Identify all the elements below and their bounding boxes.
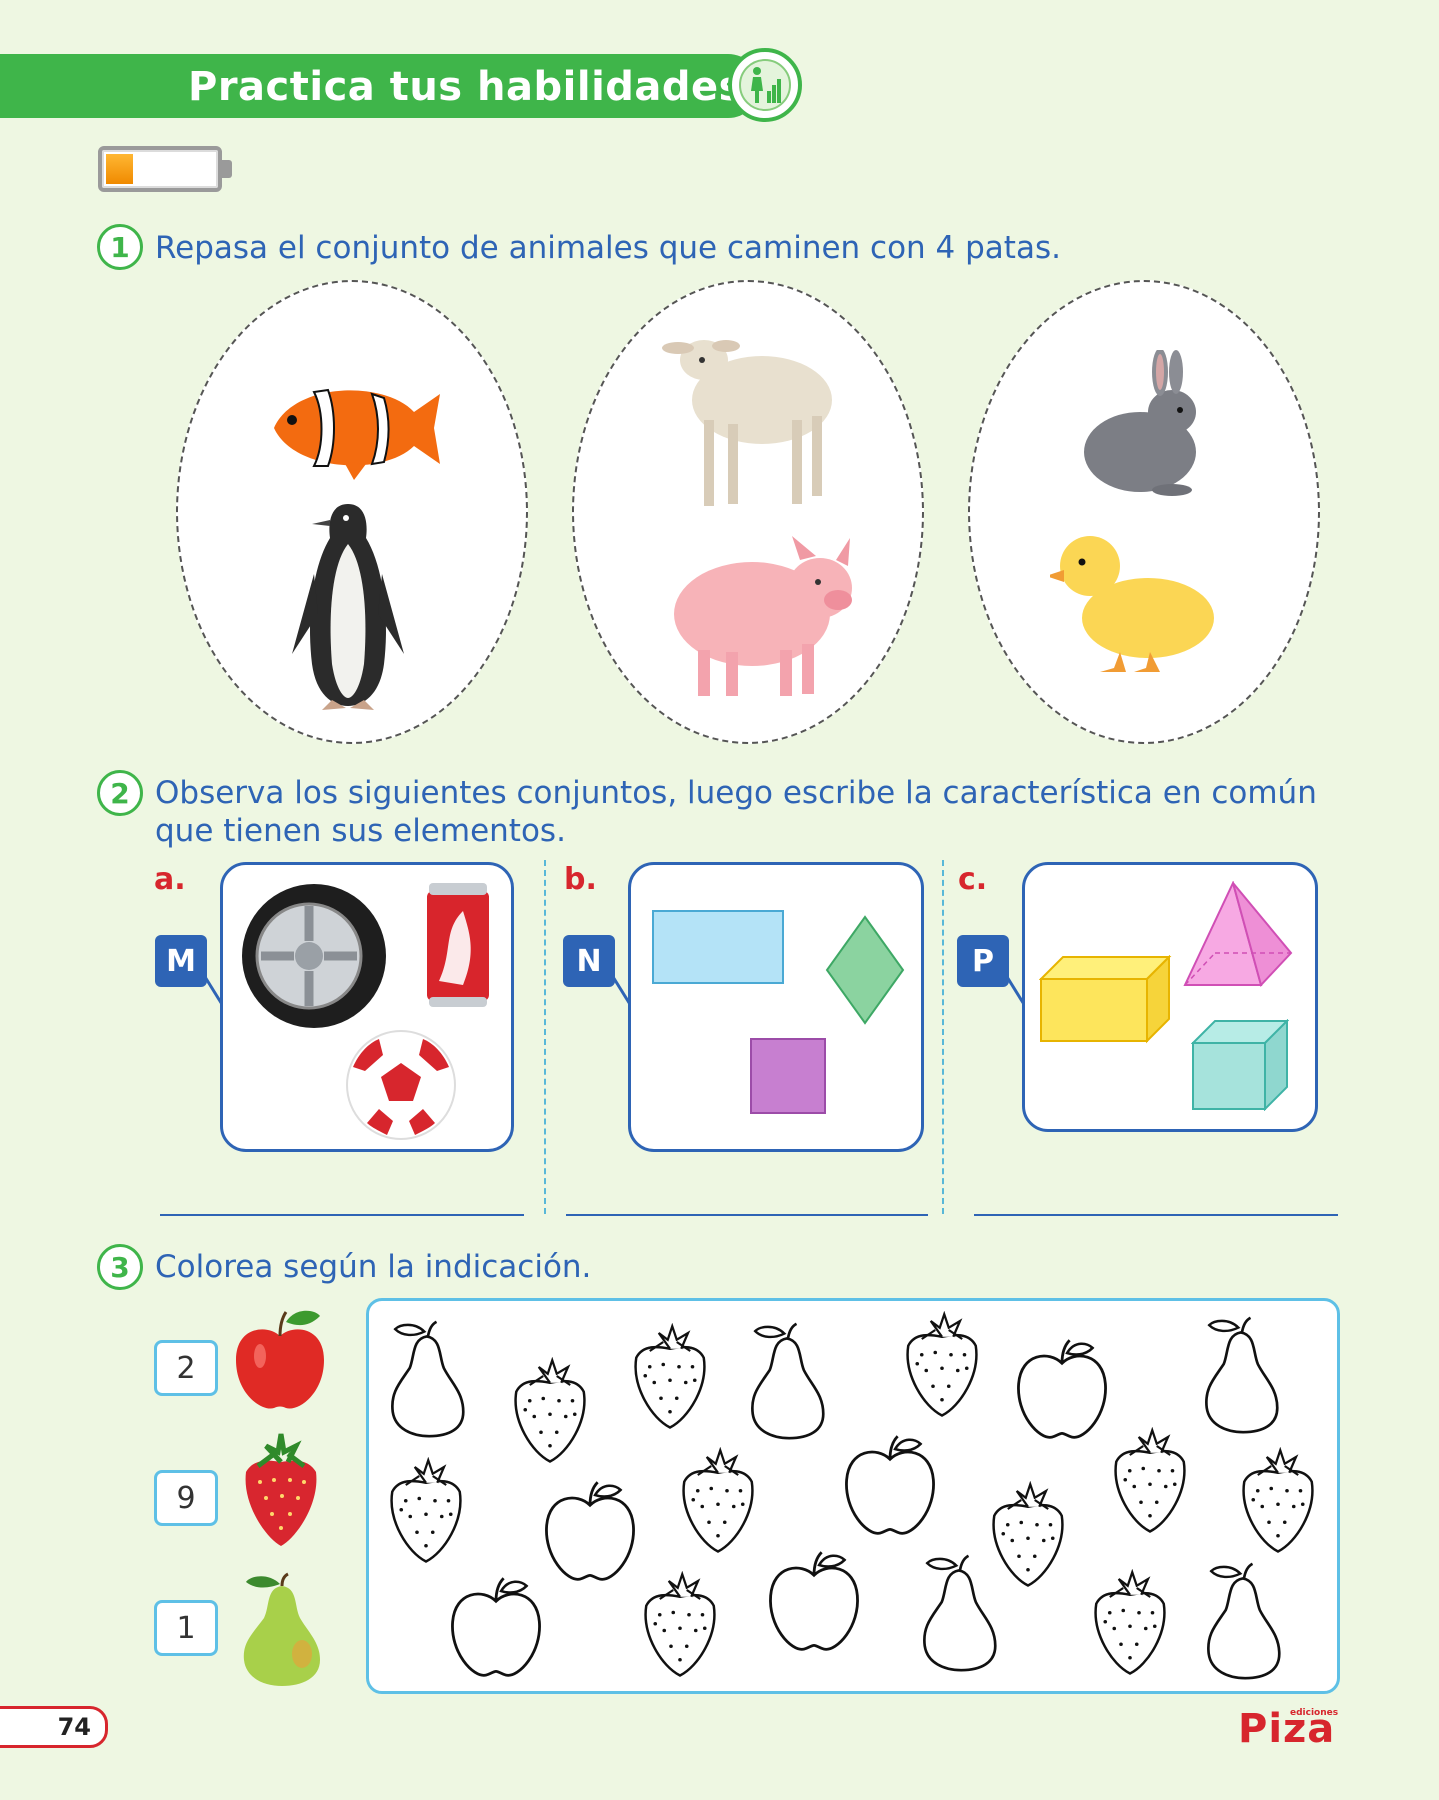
rectangle-shape	[652, 910, 784, 984]
pear-outline-5[interactable]	[1199, 1559, 1289, 1683]
rectangular-prism-shape	[1039, 955, 1172, 1044]
apple-outline-1[interactable]	[1011, 1335, 1113, 1445]
set-c-answer-line[interactable]	[974, 1214, 1338, 1216]
divider-2	[942, 860, 944, 1214]
set-b-answer-line[interactable]	[566, 1214, 928, 1216]
person-chart-icon	[728, 48, 802, 122]
pig-image	[674, 536, 852, 696]
cube-shape	[1191, 1019, 1289, 1111]
duckling-image	[1050, 536, 1214, 672]
apple-outline-4[interactable]	[445, 1573, 547, 1683]
pear-outline-2[interactable]	[743, 1319, 833, 1443]
strawberry-image	[245, 1433, 317, 1546]
strawberry-outline-2[interactable]	[625, 1323, 715, 1433]
set-a-box	[220, 862, 514, 1152]
set-b-letter: b.	[564, 862, 597, 897]
strawberry-count: 9	[154, 1470, 218, 1526]
square-shape	[750, 1038, 826, 1114]
question-2-text-line1: Observa los siguientes conjuntos, luego …	[155, 775, 1317, 811]
pear-outline-3[interactable]	[1197, 1313, 1287, 1437]
question-2-number: 2	[97, 770, 143, 816]
set-c-box	[1022, 862, 1318, 1132]
pear-outline-4[interactable]	[915, 1551, 1005, 1675]
page-title: Practica tus habilidades	[188, 64, 743, 110]
apple-count: 2	[154, 1340, 218, 1396]
apple-outline-3[interactable]	[839, 1431, 941, 1541]
strawberry-outline-3[interactable]	[897, 1311, 987, 1421]
soda-can-image	[427, 883, 489, 1007]
set-c-letter: c.	[958, 862, 988, 897]
page-number: 74	[0, 1706, 108, 1748]
rabbit-image	[1084, 350, 1196, 496]
set-a-answer-line[interactable]	[160, 1214, 524, 1216]
clownfish-image	[274, 388, 440, 480]
strawberry-outline-9[interactable]	[635, 1571, 725, 1681]
set-ellipse-2[interactable]	[572, 280, 924, 744]
strawberry-outline-7[interactable]	[1105, 1427, 1195, 1537]
set-ellipse-3[interactable]	[968, 280, 1320, 744]
pear-outline-1[interactable]	[383, 1319, 473, 1439]
strawberry-outline-1[interactable]	[505, 1357, 595, 1467]
question-3-number: 3	[97, 1244, 143, 1290]
apple-image	[236, 1310, 324, 1409]
rhombus-shape	[825, 915, 905, 1025]
publisher-logo-small: ediciones	[1290, 1708, 1339, 1718]
set-ellipse-1[interactable]	[176, 280, 528, 744]
question-3-text: Colorea según la indicación.	[155, 1249, 592, 1285]
set-b-box	[628, 862, 924, 1152]
pyramid-shape	[1183, 881, 1293, 987]
progress-battery	[98, 146, 232, 192]
question-1-text: Repasa el conjunto de animales que camin…	[155, 230, 1061, 266]
set-a-letter: a.	[154, 862, 186, 897]
coloring-area[interactable]	[366, 1298, 1340, 1694]
apple-outline-2[interactable]	[539, 1477, 641, 1587]
question-1-number: 1	[97, 224, 143, 270]
soccer-ball-image	[346, 1030, 456, 1140]
penguin-image	[292, 504, 404, 710]
apple-outline-5[interactable]	[763, 1547, 865, 1657]
progress-fill	[106, 154, 133, 184]
pear-image	[243, 1572, 320, 1686]
divider-1	[544, 860, 546, 1214]
strawberry-outline-10[interactable]	[1085, 1569, 1175, 1679]
strawberry-outline-4[interactable]	[381, 1457, 471, 1567]
strawberry-outline-8[interactable]	[1233, 1447, 1323, 1557]
wheel-image	[242, 884, 386, 1028]
lamb-image	[662, 340, 832, 506]
question-2-text-line2: que tienen sus elementos.	[155, 813, 566, 849]
pear-count: 1	[154, 1600, 218, 1656]
strawberry-outline-5[interactable]	[673, 1447, 763, 1557]
battery-tip	[222, 160, 232, 178]
